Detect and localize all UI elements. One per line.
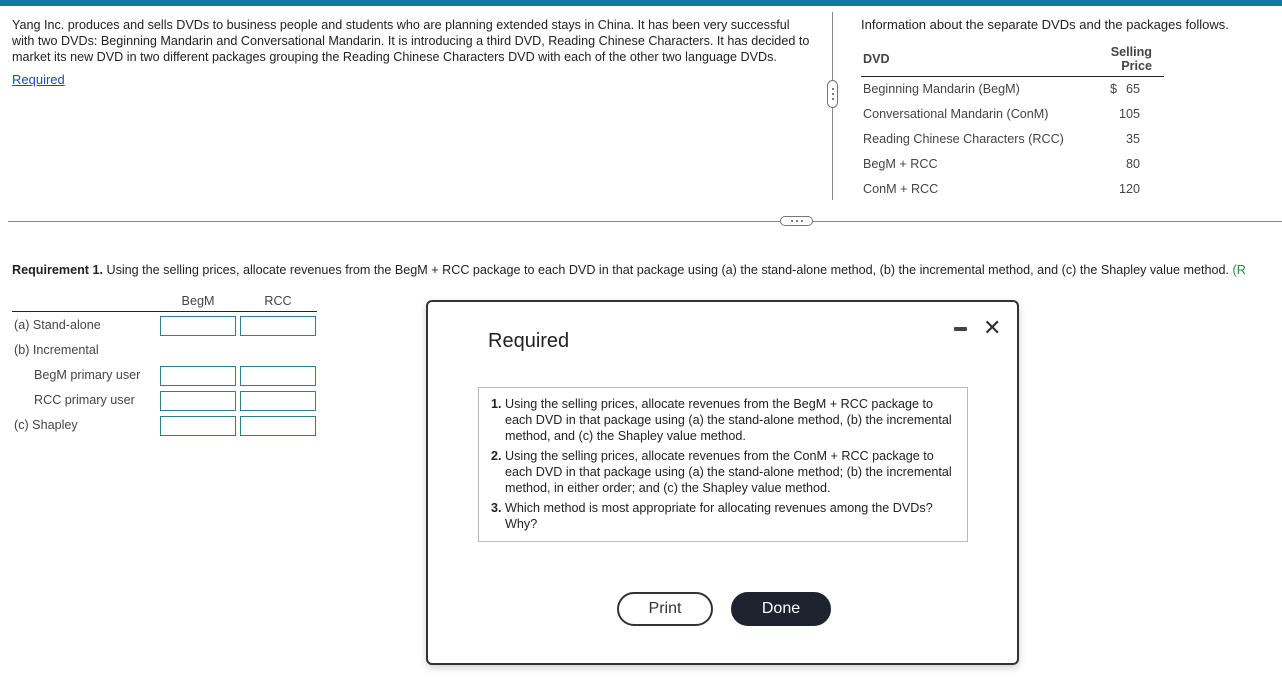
selling-price: 105 [1119, 107, 1141, 121]
begm-amount-input[interactable] [160, 316, 236, 336]
print-button[interactable]: Print [617, 592, 713, 626]
selling-price: 65 [1126, 82, 1141, 97]
handle-dot [831, 88, 834, 90]
requirement-item: Using the selling prices, allocate reven… [505, 396, 957, 444]
handle-dot [831, 98, 834, 100]
requirement-item: Using the selling prices, allocate reven… [505, 448, 957, 496]
requirement-1-text: Requirement 1. Using the selling prices,… [12, 263, 1246, 277]
handle-dot [790, 220, 793, 222]
dialog-title: Required [488, 330, 570, 352]
dvd-name: Beginning Mandarin (BegM) [863, 82, 1020, 97]
horizontal-resize-handle[interactable] [780, 216, 813, 226]
info-lead: Information about the separate DVDs and … [861, 17, 1229, 32]
rcc-column-header: RCC [264, 294, 292, 308]
rcc-amount-input[interactable] [240, 366, 316, 386]
required-link[interactable]: Required [12, 72, 65, 88]
answer-row: BegM primary user [12, 362, 317, 387]
info-panel: Information about the separate DVDs and … [861, 17, 1281, 202]
answer-row-label: (b) Incremental [14, 343, 99, 357]
requirement-more-link[interactable]: (R [1233, 263, 1246, 277]
rcc-amount-input[interactable] [240, 391, 316, 411]
handle-dot [800, 220, 803, 222]
answer-row-label: (c) Shapley [14, 418, 78, 432]
dvd-name: ConM + RCC [863, 182, 939, 196]
answer-row-label: RCC primary user [34, 393, 135, 407]
dvd-row: ConM + RCC 120 [861, 177, 1164, 202]
answer-row: RCC primary user [12, 387, 317, 412]
dvd-column-header: DVD [861, 45, 1097, 77]
selling-price: 120 [1119, 182, 1141, 196]
answer-grid: BegM RCC (a) Stand-alone (b) Incremental B… [12, 292, 317, 437]
handle-dot [795, 220, 798, 222]
selling-price: 35 [1126, 132, 1141, 146]
intro-panel: Yang Inc. produces and sells DVDs to bus… [12, 17, 812, 88]
currency-symbol [1097, 152, 1117, 177]
begm-amount-input[interactable] [160, 366, 236, 386]
begm-amount-input[interactable] [160, 391, 236, 411]
horizontal-divider [8, 221, 1282, 222]
rcc-amount-input[interactable] [240, 416, 316, 436]
answer-grid-header: BegM RCC [12, 292, 317, 312]
requirement-1-body: Using the selling prices, allocate reven… [102, 263, 1233, 277]
begm-amount-input[interactable] [160, 416, 236, 436]
currency-symbol: $ [1109, 82, 1117, 97]
currency-symbol [1097, 177, 1117, 202]
dvd-row: BegM + RCC 80 [861, 152, 1164, 177]
currency-symbol [1097, 102, 1117, 127]
price-column-header: Selling Price [1097, 45, 1165, 77]
currency-symbol [1097, 127, 1117, 152]
required-dialog: Required ✕ Using the selling prices, all… [426, 300, 1019, 665]
dvd-price-table: DVD Selling Price Beginning Mandarin (Be… [861, 45, 1165, 202]
dvd-row: Beginning Mandarin (BegM) $65 [861, 77, 1164, 102]
selling-price: 80 [1126, 157, 1141, 171]
dvd-name: BegM + RCC [863, 157, 938, 171]
requirements-list: Using the selling prices, allocate reven… [487, 396, 957, 532]
dvd-row: Reading Chinese Characters (RCC) 35 [861, 127, 1164, 152]
intro-paragraph: Yang Inc. produces and sells DVDs to bus… [12, 18, 810, 64]
close-icon[interactable]: ✕ [983, 316, 1001, 340]
dvd-name: Reading Chinese Characters (RCC) [863, 132, 1064, 146]
top-bar [0, 0, 1282, 6]
answer-row: (c) Shapley [12, 412, 317, 437]
answer-row: (a) Stand-alone [12, 312, 317, 337]
answer-row-label: BegM primary user [34, 368, 141, 382]
rcc-amount-input[interactable] [240, 316, 316, 336]
dvd-name: Conversational Mandarin (ConM) [863, 107, 1049, 121]
done-button[interactable]: Done [731, 592, 831, 626]
requirement-item: Which method is most appropriate for all… [505, 500, 957, 532]
minimize-icon[interactable] [954, 327, 967, 331]
table-header-row: DVD Selling Price [861, 45, 1165, 77]
vertical-resize-handle[interactable] [827, 80, 838, 108]
requirements-box: Using the selling prices, allocate reven… [478, 387, 968, 542]
answer-row-label: (a) Stand-alone [14, 318, 101, 332]
dvd-row: Conversational Mandarin (ConM) 105 [861, 102, 1164, 127]
answer-row: (b) Incremental [12, 337, 317, 362]
handle-dot [831, 93, 834, 95]
requirement-1-label: Requirement 1. [12, 263, 103, 277]
begm-column-header: BegM [181, 294, 215, 308]
